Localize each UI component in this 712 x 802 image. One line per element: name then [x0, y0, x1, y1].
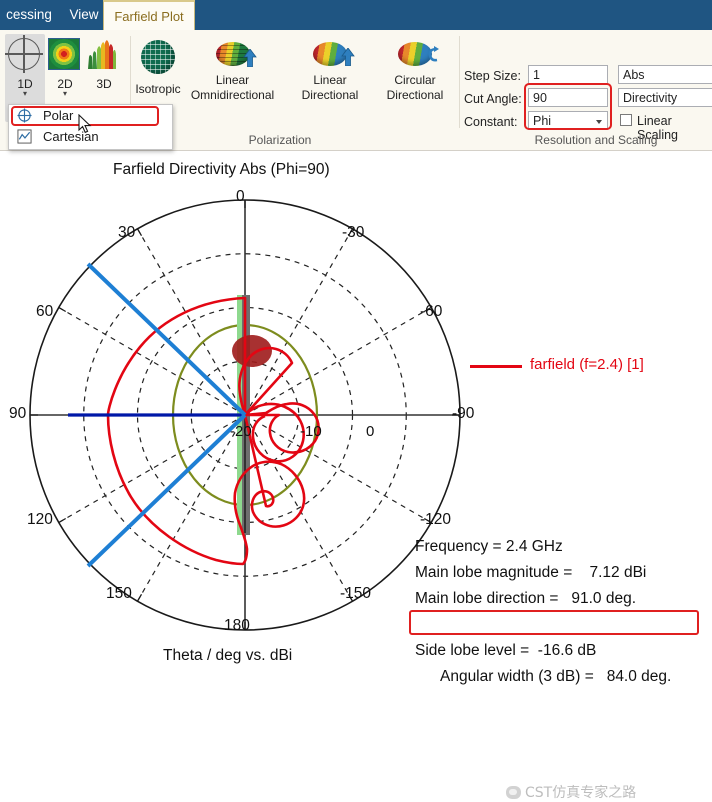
plot-type-3d-button[interactable]: 3D [86, 38, 122, 91]
resolution-scaling-group-title: Resolution and Scaling [534, 133, 658, 147]
tab-post-processing[interactable]: cessing [0, 0, 64, 30]
circular-arrow-icon [428, 46, 439, 62]
watermark-text: CST仿真专家之路 [525, 785, 637, 801]
up-arrow-icon [341, 48, 355, 66]
angle-label-180: 180 [224, 617, 250, 634]
polarization-linear-directional-button[interactable]: Linear Directional [288, 42, 372, 103]
polarization-linear-omni-label-line1: Linear [215, 73, 250, 87]
component-combobox[interactable]: Abs [618, 65, 712, 84]
polarization-isotropic-label: Isotropic [135, 82, 181, 96]
angle-label-150: 150 [106, 585, 132, 602]
angle-label-m90: -90 [452, 405, 475, 422]
wechat-logo-icon [506, 786, 521, 799]
farfield-pattern-curve [106, 296, 320, 566]
polar-crosshair-icon [5, 35, 43, 73]
constant-combobox[interactable]: Phi [528, 111, 608, 130]
result-frequency: Frequency = 2.4 GHz [415, 538, 563, 555]
polarization-circular-directional-button[interactable]: Circular Directional [374, 42, 456, 103]
angle-label-30: 30 [118, 224, 136, 241]
angle-label-m150: -150 [340, 585, 372, 602]
cut-angle-label: Cut Angle: [464, 92, 522, 106]
cut-angle-input[interactable]: 90 [528, 88, 608, 107]
angular-width-marker-upper [86, 262, 247, 417]
step-size-label: Step Size: [464, 69, 521, 83]
angle-label-m120: -120 [420, 511, 452, 528]
polarization-group-title: Polarization [248, 133, 312, 147]
angle-label-m60: -60 [420, 303, 443, 320]
plot-type-2d-button[interactable]: 2D ▾ [48, 38, 82, 98]
polarization-linear-omni-label-line2: Omnidirectional [190, 88, 275, 102]
angle-label-0: 0 [236, 188, 245, 205]
polarization-linear-directional-label-line1: Linear [313, 73, 347, 87]
plot-type-3d-label: 3D [96, 77, 112, 91]
results-summary: Frequency = 2.4 GHz Main lobe magnitude … [409, 534, 699, 685]
axis-title: Theta / deg vs. dBi [163, 647, 293, 664]
polarization-circular-directional-label-line1: Circular [394, 73, 436, 87]
angular-width-marker-lower [86, 413, 247, 568]
radial-label-zero: 0 [366, 423, 375, 440]
contour-map-icon [48, 38, 80, 70]
polarization-linear-omnidirectional-button[interactable]: Linear Omnidirectional [184, 42, 281, 103]
plot-type-2d-chevron-down-icon[interactable]: ▾ [48, 90, 82, 98]
farfield-plot-canvas: Farfield Directivity Abs (Phi=90) farfie… [0, 151, 712, 801]
result-main-lobe-magnitude: Main lobe magnitude = 7.12 dBi [415, 564, 647, 581]
angle-label-120: 120 [27, 511, 53, 528]
ribbon-tab-strip: cessing View Farfield Plot [0, 0, 712, 30]
polarization-circular-directional-label-line2: Directional [386, 88, 444, 102]
result-main-lobe-direction: Main lobe direction = 91.0 deg. [415, 590, 637, 607]
mouse-cursor-icon [78, 114, 92, 134]
watermark: CST仿真专家之路 [506, 782, 636, 802]
result-side-lobe-level: Side lobe level = -16.6 dB [415, 642, 597, 659]
polar-crosshair-icon [17, 108, 32, 123]
quantity-combobox[interactable]: Directivity [618, 88, 712, 107]
up-arrow-icon [243, 49, 257, 67]
angular-width-highlight-box [409, 610, 699, 635]
tab-farfield-plot[interactable]: Farfield Plot [103, 0, 195, 30]
line-chart-icon [17, 129, 32, 144]
constant-label: Constant: [464, 115, 518, 129]
angle-label-60: 60 [36, 303, 54, 320]
plot-type-1d-button[interactable]: 1D ▾ [5, 35, 43, 98]
radiation-pattern-icon [88, 40, 116, 69]
radial-label-minus10: -10 [300, 423, 322, 440]
angle-label-m30: -30 [342, 224, 365, 241]
radial-label-minus20: -20 [230, 423, 252, 440]
globe-icon [141, 40, 175, 74]
result-angular-width-text: Angular width (3 dB) = 84.0 deg. [439, 668, 672, 685]
plot-type-1d-chevron-down-icon[interactable]: ▾ [8, 90, 42, 98]
tab-view[interactable]: View [60, 0, 108, 30]
polarization-isotropic-button[interactable]: Isotropic [125, 40, 191, 96]
step-size-input[interactable]: 1 [528, 65, 608, 84]
angle-label-90: 90 [9, 405, 27, 422]
polarization-linear-directional-label-line2: Directional [301, 88, 359, 102]
linear-scaling-checkbox[interactable] [620, 114, 632, 126]
result-angular-width: Angular width (3 dB) = 84.0 deg. [409, 610, 699, 685]
